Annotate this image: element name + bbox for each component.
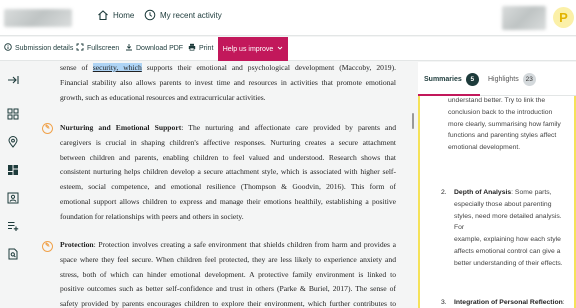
clock-icon xyxy=(144,9,156,21)
doc-line: sense of security, which supports their … xyxy=(60,63,396,72)
doc-line: emotional support allows children to exp… xyxy=(60,196,396,206)
profile-card-icon[interactable] xyxy=(7,192,19,204)
doc-line: Financial stability also allows parents … xyxy=(60,77,396,87)
doc-line: foundation for relationships with peers … xyxy=(60,211,244,221)
doc-line: consistent nurturing helps children deve… xyxy=(60,167,396,177)
summary-item-number: 3. xyxy=(441,299,447,306)
document-toolbar: Submission details Fullscreen Download P… xyxy=(0,37,576,61)
collapse-arrow-icon[interactable] xyxy=(7,74,19,86)
doc-line: Protection: Protection involves creating… xyxy=(60,240,396,249)
nurturing-paragraph: Nurturing and Emotional Support: The nur… xyxy=(60,121,396,225)
download-pdf-button[interactable]: Download PDF xyxy=(125,43,183,53)
left-tool-rail xyxy=(0,62,26,308)
document-scrollbar[interactable] xyxy=(412,113,414,129)
blurred-user-name xyxy=(502,6,546,30)
summary-list: understand better. Try to link the concl… xyxy=(418,96,576,308)
summaries-count-badge: 5 xyxy=(465,73,479,86)
summary-item-number: 2. xyxy=(441,189,447,196)
search-document-icon[interactable] xyxy=(7,248,19,260)
panel-tabs: Summaries 5 Highlights 23 xyxy=(418,62,576,96)
brand-logo[interactable]: P xyxy=(553,7,574,28)
tab-summaries[interactable]: Summaries 5 xyxy=(424,73,479,86)
doc-line: growth, such as educational resources an… xyxy=(60,92,266,102)
doc-line: Nurturing and Emotional Support: The nur… xyxy=(60,123,396,132)
protection-paragraph: Protection: Protection involves creating… xyxy=(60,238,396,308)
location-pin-icon[interactable] xyxy=(7,136,19,148)
paragraph-heading: Protection xyxy=(60,240,94,249)
summary-item-1: understand better. Try to link the concl… xyxy=(448,97,561,152)
doc-line: space where they feel secure. When child… xyxy=(60,254,396,264)
grid-icon[interactable] xyxy=(7,108,19,120)
comment-pin-icon[interactable]: ✎ xyxy=(42,123,53,134)
summary-item-2: Depth of Analysis: Some parts, especiall… xyxy=(454,189,563,267)
recent-activity-label: My recent activity xyxy=(160,10,222,20)
tab-highlights[interactable]: Highlights 23 xyxy=(488,73,536,86)
printer-icon xyxy=(188,43,196,53)
home-label: Home xyxy=(113,10,135,20)
add-list-icon[interactable] xyxy=(7,220,19,232)
print-button[interactable]: Print xyxy=(188,43,213,53)
doc-line: safety provided by parents encourages ch… xyxy=(60,299,396,308)
highlighted-text[interactable]: security, which xyxy=(92,63,142,72)
highlights-count-badge: 23 xyxy=(522,73,536,86)
fullscreen-icon xyxy=(76,43,84,53)
document-viewer: sense of security, which supports their … xyxy=(38,62,396,308)
top-bar: Home My recent activity P xyxy=(0,0,576,36)
intro-paragraph: sense of security, which supports their … xyxy=(60,62,396,105)
submission-details-button[interactable]: Submission details xyxy=(4,43,73,53)
doc-line: positive outcomes such as better self-co… xyxy=(60,284,396,294)
recent-activity-link[interactable]: My recent activity xyxy=(144,9,222,21)
home-icon xyxy=(97,9,109,21)
doc-line: esteem, social competence, and emotional… xyxy=(60,182,396,192)
doc-line: between children and parents, enabling c… xyxy=(60,152,396,162)
fullscreen-button[interactable]: Fullscreen xyxy=(76,43,119,53)
comment-pin-icon[interactable]: ✎ xyxy=(42,241,53,252)
blurred-logo xyxy=(4,9,72,27)
chevron-down-icon xyxy=(277,45,283,53)
paragraph-heading: Nurturing and Emotional Support xyxy=(60,123,182,132)
doc-line: stress, both of which can hinder emotion… xyxy=(60,269,396,279)
help-us-improve-button[interactable]: Help us improve xyxy=(218,37,288,61)
doc-line: caregivers is crucial in shaping childre… xyxy=(60,137,396,147)
home-link[interactable]: Home xyxy=(97,9,134,21)
download-icon xyxy=(125,43,133,53)
summary-item-3: Integration of Personal Reflection: xyxy=(454,299,565,306)
feedback-panel: Summaries 5 Highlights 23 understand bet… xyxy=(418,62,576,308)
dashboard-icon[interactable] xyxy=(7,164,19,176)
info-icon xyxy=(4,43,12,53)
